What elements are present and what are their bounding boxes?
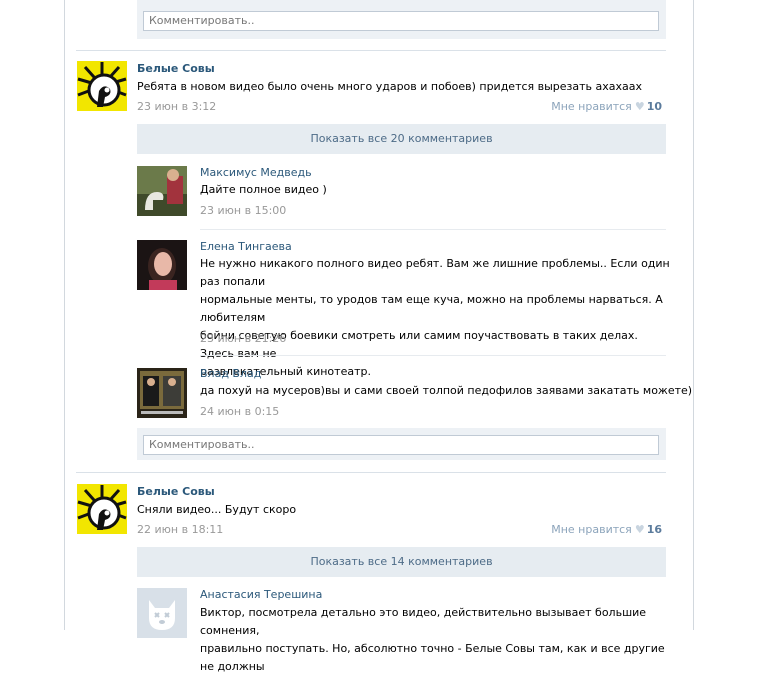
comment-text-line: правильно поступать. Но, абсолютно точно…: [200, 642, 665, 673]
avatar-photo: [137, 368, 187, 418]
post-text: Ребята в новом видео было очень много уд…: [137, 80, 643, 93]
post-text: Сняли видео... Будут скоро: [137, 503, 297, 516]
post-divider: [76, 472, 666, 473]
avatar[interactable]: [137, 240, 187, 290]
group-avatar[interactable]: [77, 484, 127, 534]
show-all-comments-button[interactable]: Показать все 20 комментариев: [137, 124, 666, 154]
comment-date[interactable]: 23 июн в 15:00: [200, 204, 286, 217]
post-date[interactable]: 23 июн в 3:12: [137, 100, 216, 113]
like-label: Мне нравится: [551, 523, 632, 536]
comment-divider: [200, 355, 666, 356]
comment-author[interactable]: Анастасия Терешина: [200, 588, 322, 601]
comment-author[interactable]: Елена Тингаева: [200, 240, 292, 253]
comment-text: Не нужно никакого полного видео ребят. В…: [200, 255, 670, 381]
comment-text-line: развлекательный кинотеатр.: [200, 365, 371, 378]
comment-date[interactable]: 23 июн в 21:26: [200, 332, 286, 345]
post-author[interactable]: Белые Совы: [137, 485, 215, 498]
avatar-photo: [137, 166, 187, 216]
avatar[interactable]: [137, 166, 187, 216]
comment-input-top[interactable]: Комментировать..: [143, 11, 659, 31]
like-button[interactable]: Мне нравится ♥ 16: [551, 523, 662, 536]
like-button[interactable]: Мне нравится ♥ 10: [551, 100, 662, 113]
comment-text-line: нормальные менты, то уродов там еще куча…: [200, 293, 663, 324]
comment-text: Виктор, посмотрела детально это видео, д…: [200, 604, 670, 676]
avatar-photo: [137, 240, 187, 290]
comment-input[interactable]: Комментировать..: [143, 435, 659, 455]
comment-author[interactable]: Влад Влад: [200, 367, 261, 380]
wall-border-right: [693, 0, 694, 630]
like-label: Мне нравится: [551, 100, 632, 113]
comment-text-line: Не нужно никакого полного видео ребят. В…: [200, 257, 670, 288]
post-author[interactable]: Белые Совы: [137, 62, 215, 75]
post-divider: [76, 50, 666, 51]
avatar[interactable]: [137, 368, 187, 418]
comment-text: Дайте полное видео ): [200, 183, 327, 196]
dog-avatar-icon: [137, 588, 187, 638]
post-date[interactable]: 22 июн в 18:11: [137, 523, 223, 536]
comment-divider: [200, 229, 666, 230]
like-count: 10: [646, 100, 662, 113]
comment-text: да похуй на мусеров)вы и сами своей толп…: [200, 384, 693, 397]
avatar[interactable]: [137, 588, 187, 638]
owl-logo-icon: [77, 61, 127, 111]
heart-icon: ♥: [634, 523, 645, 536]
comment-date[interactable]: 24 июн в 0:15: [200, 405, 279, 418]
owl-logo-icon: [77, 484, 127, 534]
show-all-comments-button[interactable]: Показать все 14 комментариев: [137, 547, 666, 577]
comment-text-line: Виктор, посмотрела детально это видео, д…: [200, 606, 647, 637]
like-count: 16: [646, 523, 662, 536]
group-avatar[interactable]: [77, 61, 127, 111]
wall-border-left: [64, 0, 65, 630]
comment-author[interactable]: Максимус Медведь: [200, 166, 312, 179]
heart-icon: ♥: [634, 100, 645, 113]
